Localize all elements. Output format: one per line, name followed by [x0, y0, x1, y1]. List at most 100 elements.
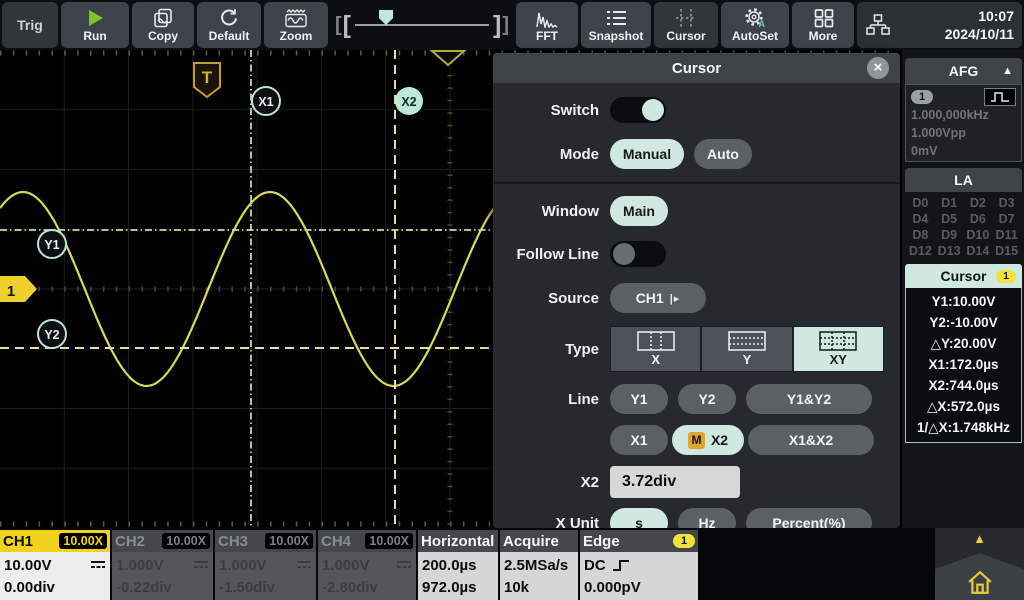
- square-wave-icon: [984, 88, 1016, 106]
- slider-track[interactable]: [355, 24, 489, 26]
- ch3-status[interactable]: CH3 10.00X 1.000V -1.50div: [215, 530, 316, 600]
- line-x1x2-button[interactable]: X1&X2: [748, 425, 874, 455]
- afg-panel[interactable]: 1 1.000,000kHz 1.000Vpp 0mV: [905, 84, 1022, 162]
- trigger-source-badge: 1: [673, 534, 695, 548]
- line-x1-button[interactable]: X1: [610, 425, 668, 455]
- cursor-value-y1: Y1:10.00V: [906, 291, 1021, 312]
- line-x2-button[interactable]: M X2: [672, 425, 744, 455]
- bracket-outer-left: [: [335, 14, 342, 37]
- line-y1-button[interactable]: Y1: [610, 384, 668, 414]
- afg-channel-badge: 1: [911, 90, 933, 104]
- probe-badge: 10.00X: [365, 533, 413, 549]
- type-xy-button[interactable]: XY: [794, 327, 883, 371]
- type-xy-icon: [819, 331, 857, 351]
- cursor-value-x2: X2:744.0µs: [906, 375, 1021, 396]
- cursor-switch-toggle[interactable]: [610, 97, 666, 123]
- play-icon: [84, 8, 106, 28]
- la-channel: D12: [906, 244, 935, 258]
- more-button[interactable]: More: [792, 2, 854, 48]
- bracket-outer-right: ]: [502, 14, 509, 37]
- afg-frequency: 1.000,000kHz: [911, 106, 1016, 124]
- right-sidebar: AFG ▲ 1 1.000,000kHz 1.000Vpp 0mV LA D0 …: [902, 50, 1024, 528]
- copy-icon: [152, 8, 174, 28]
- ch4-status[interactable]: CH4 10.00X 1.000V -2.80div: [318, 530, 416, 600]
- type-y-icon: [728, 331, 766, 351]
- expand-up-icon[interactable]: ▲: [935, 528, 1024, 546]
- snapshot-button[interactable]: Snapshot: [581, 2, 651, 48]
- fft-button[interactable]: FFT: [516, 2, 578, 48]
- xunit-hz-button[interactable]: Hz: [678, 508, 736, 528]
- clock-time: 10:07: [891, 7, 1014, 25]
- line-y1y2-button[interactable]: Y1&Y2: [746, 384, 872, 414]
- la-channel: D4: [906, 212, 935, 226]
- network-icon: [865, 13, 891, 37]
- la-channel: D6: [964, 212, 993, 226]
- close-icon[interactable]: ×: [867, 57, 889, 79]
- rising-edge-icon: [612, 558, 630, 573]
- corner-panel: ▲: [935, 528, 1024, 600]
- cursor-lines-icon: [675, 8, 697, 28]
- cursor-results-panel: Y1:10.00V Y2:-10.00V △Y:20.00V X1:172.0µ…: [905, 288, 1022, 443]
- x2-value-label: X2: [503, 474, 599, 491]
- probe-badge: 10.00X: [162, 533, 210, 549]
- mode-manual-button[interactable]: Manual: [610, 139, 684, 169]
- svg-text:Y2: Y2: [44, 328, 59, 342]
- svg-text:Y1: Y1: [44, 238, 59, 252]
- mode-label: Mode: [503, 146, 599, 163]
- la-channel: D2: [964, 196, 993, 210]
- copy-button[interactable]: Copy: [132, 2, 194, 48]
- type-y-button[interactable]: Y: [702, 327, 791, 371]
- gear-icon: A: [743, 8, 767, 28]
- autoset-button[interactable]: A AutoSet: [721, 2, 789, 48]
- cursor-results-header[interactable]: Cursor 1: [905, 264, 1022, 288]
- slider-thumb-icon[interactable]: [379, 10, 393, 25]
- zoom-button[interactable]: Zoom: [264, 2, 328, 48]
- acquire-status[interactable]: Acquire 2.5MSa/s 10k: [500, 530, 578, 600]
- xunit-percent-button[interactable]: Percent(%): [746, 508, 872, 528]
- horizontal-position-slider[interactable]: [ [ ] ]: [331, 2, 513, 48]
- snapshot-list-icon: [605, 8, 627, 28]
- type-x-button[interactable]: X: [611, 327, 700, 371]
- svg-text:X1: X1: [258, 95, 273, 109]
- timebase-offset: 972.0µs: [422, 576, 494, 598]
- type-label: Type: [503, 341, 599, 358]
- cursor-value-freq: 1/△X:1.748kHz: [906, 417, 1021, 438]
- switch-label: Switch: [503, 102, 599, 119]
- x2-value-input[interactable]: 3.72div: [610, 466, 740, 498]
- sample-rate: 2.5MSa/s: [504, 554, 574, 576]
- la-channel: D10: [964, 228, 993, 242]
- home-button[interactable]: [935, 553, 1024, 600]
- follow-line-toggle[interactable]: [610, 241, 666, 267]
- cursor-value-x1: X1:172.0µs: [906, 354, 1021, 375]
- la-channel-grid: D0 D1 D2 D3 D4 D5 D6 D7 D8 D9 D10 D11 D1…: [905, 192, 1022, 258]
- la-channel: D0: [906, 196, 935, 210]
- trigger-level: 0.000pV: [584, 576, 694, 598]
- collapse-icon[interactable]: ▲: [1002, 65, 1013, 77]
- trigger-status[interactable]: Edge 1 DC 0.000pV: [580, 530, 698, 600]
- source-value: CH1: [636, 290, 664, 306]
- horizontal-status[interactable]: Horizontal 200.0µs 972.0µs: [418, 530, 498, 600]
- cursor-button[interactable]: Cursor: [654, 2, 718, 48]
- la-panel-header[interactable]: LA: [905, 168, 1022, 192]
- xunit-s-button[interactable]: s: [610, 508, 668, 528]
- trig-label: Trig: [2, 2, 58, 48]
- source-label: Source: [503, 290, 599, 307]
- type-segmented-control: X Y XY: [610, 326, 884, 372]
- la-channel: D15: [992, 244, 1021, 258]
- dc-coupling-icon: [193, 560, 209, 570]
- afg-panel-header[interactable]: AFG ▲: [905, 58, 1022, 84]
- line-y2-button[interactable]: Y2: [678, 384, 736, 414]
- dialog-header[interactable]: Cursor ×: [493, 53, 900, 83]
- source-select[interactable]: CH1 |▸: [610, 283, 706, 313]
- ch1-status[interactable]: CH1 10.00X 10.00V 0.00div: [0, 530, 110, 600]
- cursor-source-badge: 1: [996, 270, 1016, 283]
- svg-text:1: 1: [7, 283, 15, 300]
- ch2-status[interactable]: CH2 10.00X 1.000V -0.22div: [112, 530, 213, 600]
- dc-coupling-icon: [90, 560, 106, 570]
- run-button[interactable]: Run: [61, 2, 129, 48]
- home-icon: [967, 570, 993, 595]
- mode-auto-button[interactable]: Auto: [694, 139, 752, 169]
- la-channel: D9: [935, 228, 964, 242]
- default-button[interactable]: Default: [197, 2, 261, 48]
- window-main-button[interactable]: Main: [610, 196, 668, 226]
